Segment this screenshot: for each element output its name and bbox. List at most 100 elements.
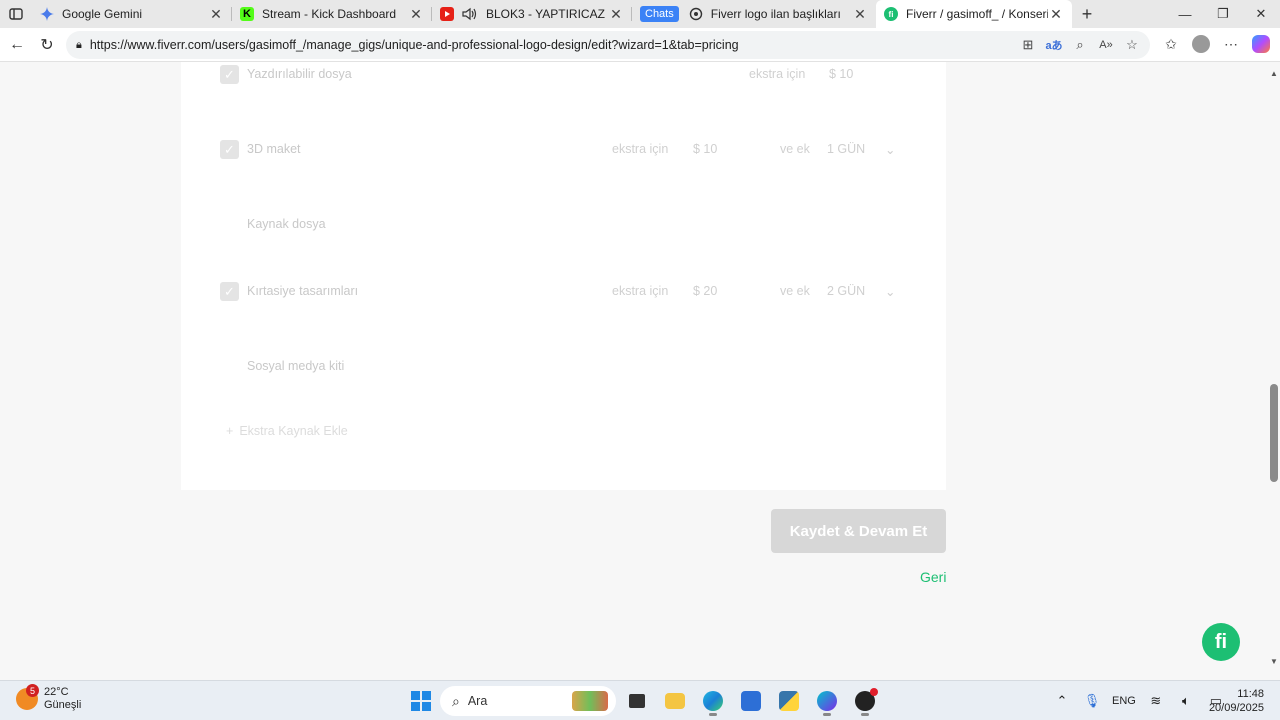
- chevron-down-icon[interactable]: ⌄: [885, 284, 895, 299]
- checkbox-checked[interactable]: ✓: [220, 282, 239, 301]
- python-icon[interactable]: [772, 685, 806, 717]
- close-icon[interactable]: ✕: [208, 6, 224, 22]
- close-icon[interactable]: ✕: [608, 6, 624, 22]
- chevron-up-icon[interactable]: ⌃: [1052, 693, 1072, 709]
- taskbar-clock[interactable]: 11:48 20/09/2025: [1209, 687, 1264, 715]
- url-text[interactable]: https://www.fiverr.com/users/gasimoff_/m…: [90, 38, 739, 52]
- speaker-icon[interactable]: [462, 7, 478, 21]
- extra-row-source-file: Kaynak dosya: [181, 213, 946, 237]
- close-icon[interactable]: ✕: [852, 6, 868, 22]
- notification-badge: 5: [26, 684, 39, 697]
- address-bar[interactable]: 🔒︎ https://www.fiverr.com/users/gasimoff…: [66, 31, 1150, 59]
- zoom-icon[interactable]: ⌕: [1070, 35, 1090, 55]
- weather-widget[interactable]: 5 22°C Güneşli: [16, 684, 82, 712]
- extra-for-label: ekstra için: [612, 284, 669, 298]
- scroll-up-icon[interactable]: ▲: [1268, 66, 1280, 80]
- gemini-icon: [40, 7, 54, 21]
- extra-price[interactable]: $ 20: [693, 284, 717, 298]
- tab-kick-dashboard[interactable]: K Stream - Kick Dashboard ✕: [232, 0, 432, 28]
- tab-title: Stream - Kick Dashboard: [262, 7, 397, 21]
- windows-start-icon[interactable]: [406, 686, 436, 716]
- extra-days-label: ve ek: [780, 284, 810, 298]
- tab-google-gemini[interactable]: Google Gemini ✕: [32, 0, 232, 28]
- extra-days-select[interactable]: 2 GÜN: [827, 284, 865, 298]
- language-indicator[interactable]: ENG: [1112, 695, 1136, 707]
- extra-label: Yazdırılabilir dosya: [247, 67, 352, 81]
- extra-row-printable: ✓ Yazdırılabilir dosya ekstra için $ 10: [181, 63, 946, 87]
- more-options-icon[interactable]: ⋯: [1220, 32, 1242, 56]
- tab-chatgpt-fiverr-titles[interactable]: Chats Fiverr logo ilan başlıkları ✕: [632, 0, 876, 28]
- site-info-icon[interactable]: 🔒︎: [76, 39, 82, 52]
- close-window-icon[interactable]: ✕: [1242, 0, 1280, 28]
- chevron-down-icon[interactable]: ⌄: [885, 142, 895, 157]
- extra-for-label: ekstra için: [749, 67, 806, 81]
- minimize-icon[interactable]: —: [1166, 0, 1204, 28]
- system-tray: ⌃ 🎙︎ ENG ≋ 🔈︎ ▭: [1052, 687, 1226, 715]
- fiverr-chat-fab[interactable]: fi: [1202, 623, 1240, 661]
- tab-title: Fiverr logo ilan başlıkları: [710, 7, 841, 21]
- chats-group-badge[interactable]: Chats: [640, 6, 679, 22]
- obs-icon[interactable]: [848, 685, 882, 717]
- close-icon[interactable]: ✕: [1048, 6, 1064, 22]
- close-icon[interactable]: ✕: [408, 6, 424, 22]
- extra-label: Sosyal medya kiti: [247, 359, 345, 373]
- plus-icon: +: [226, 424, 234, 438]
- read-aloud-icon[interactable]: A»: [1096, 35, 1116, 55]
- volume-icon[interactable]: 🔈︎: [1176, 693, 1196, 709]
- tab-title: BLOK3 - YAPTIRICAZ TIRNAK: [486, 7, 608, 21]
- extra-price[interactable]: $ 10: [829, 67, 853, 81]
- windows-taskbar: 5 22°C Güneşli ⌕ Ara ⌃ 🎙︎ ENG ≋ 🔈︎ ▭ 11:…: [0, 680, 1280, 720]
- scroll-thumb[interactable]: [1270, 384, 1278, 482]
- browser-tab-strip: Google Gemini ✕ K Stream - Kick Dashboar…: [0, 0, 1280, 28]
- checkbox-checked[interactable]: ✓: [220, 65, 239, 84]
- search-highlight-image: [572, 691, 608, 711]
- canva-icon[interactable]: [810, 685, 844, 717]
- tab-fiverr-edit-gig[interactable]: fi Fiverr / gasimoff_ / Konseri Düzenle …: [876, 0, 1072, 28]
- extra-row-social-kit: Sosyal medya kiti: [181, 355, 946, 379]
- extra-label: Kırtasiye tasarımları: [247, 284, 359, 298]
- fiverr-icon: fi: [884, 7, 898, 21]
- taskbar-search[interactable]: ⌕ Ara: [440, 686, 616, 716]
- tab-actions-icon[interactable]: [0, 0, 32, 28]
- wifi-icon[interactable]: ≋: [1146, 693, 1166, 709]
- weather-temp: 22°C: [44, 686, 69, 698]
- tab-title: Fiverr / gasimoff_ / Konseri Düzenle: [906, 7, 1048, 21]
- page-content: ✓ Yazdırılabilir dosya ekstra için $ 10 …: [0, 62, 1268, 668]
- favorite-star-icon[interactable]: ☆: [1122, 35, 1142, 55]
- scroll-down-icon[interactable]: ▼: [1268, 654, 1280, 668]
- search-placeholder: Ara: [467, 694, 488, 708]
- copilot-icon[interactable]: [1250, 32, 1272, 56]
- extra-days-label: ve ek: [780, 142, 810, 156]
- tab-youtube-blok3[interactable]: BLOK3 - YAPTIRICAZ TIRNAK ✕: [432, 0, 632, 28]
- weather-sun-icon: 5: [16, 684, 39, 710]
- file-explorer-icon[interactable]: [658, 685, 692, 717]
- weather-condition: Güneşli: [44, 699, 82, 711]
- extra-price[interactable]: $ 10: [693, 142, 717, 156]
- kick-icon: K: [240, 7, 254, 21]
- store-icon[interactable]: [734, 685, 768, 717]
- profile-avatar[interactable]: [1190, 32, 1212, 56]
- add-extra-link[interactable]: + Ekstra Kaynak Ekle: [226, 424, 348, 438]
- apps-icon[interactable]: ⊞: [1018, 35, 1038, 55]
- page-scrollbar[interactable]: ▲ ▼: [1268, 62, 1280, 668]
- tab-title: Google Gemini: [62, 7, 143, 21]
- new-tab-button[interactable]: +: [1072, 0, 1102, 28]
- translate-icon[interactable]: aあ: [1044, 35, 1064, 55]
- save-continue-button[interactable]: Kaydet & Devam Et: [771, 509, 946, 553]
- chatgpt-icon: [689, 7, 703, 21]
- extra-days-select[interactable]: 1 GÜN: [827, 142, 865, 156]
- gig-extras-card: ✓ Yazdırılabilir dosya ekstra için $ 10 …: [181, 62, 946, 490]
- extra-row-3d-mockup: ✓ 3D maket ekstra için $ 10 ve ek 1 GÜN …: [181, 138, 946, 162]
- refresh-icon[interactable]: ↻: [32, 30, 62, 60]
- task-view-icon[interactable]: [620, 685, 654, 717]
- edge-browser-icon[interactable]: [696, 685, 730, 717]
- checkbox-checked[interactable]: ✓: [220, 140, 239, 159]
- restore-icon[interactable]: ❐: [1204, 0, 1242, 28]
- back-link[interactable]: Geri: [920, 569, 946, 585]
- add-extra-label: Ekstra Kaynak Ekle: [239, 424, 348, 438]
- extra-for-label: ekstra için: [612, 142, 669, 156]
- favorites-icon[interactable]: ✩: [1160, 32, 1182, 56]
- clock-date: 20/09/2025: [1208, 702, 1264, 714]
- microphone-icon[interactable]: 🎙︎: [1082, 693, 1102, 709]
- back-icon[interactable]: ←: [2, 30, 32, 60]
